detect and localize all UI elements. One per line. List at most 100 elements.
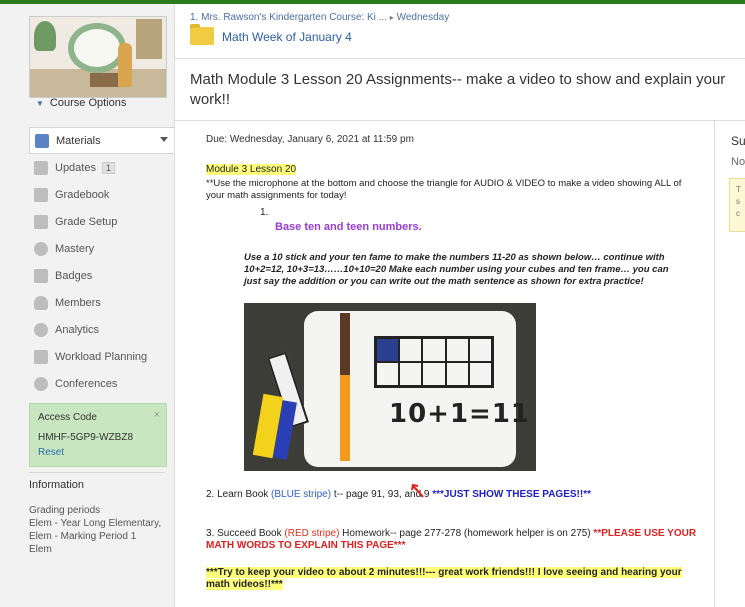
due-date: Due: Wednesday, January 6, 2021 at 11:59… [206,134,414,145]
members-icon [34,295,48,310]
access-code-title: Access Code [38,412,97,423]
page-title: Math Module 3 Lesson 20 Assignments-- ma… [190,71,726,108]
ten-frame-cell [399,362,423,386]
sidebar-item-grade-setup[interactable]: Grade Setup [29,208,174,235]
ten-frame-cell [468,362,492,386]
breadcrumb-folder-link[interactable]: Wednesday [397,12,450,23]
submission-notice: T s c [729,178,745,232]
access-code-value: HMHF-5GP9-WZBZ8 [38,432,133,443]
information-title: Information [29,479,85,491]
video-length-note-text: ***Try to keep your video to about 2 min… [206,567,682,590]
breadcrumb-separator-icon: ▸ [389,13,394,22]
sidebar-item-members[interactable]: Members [29,289,174,316]
grading-period-item: Elem - Marking Period 1 [29,531,137,542]
conferences-icon [34,376,48,391]
module-heading-text: Module 3 Lesson 20 [206,164,297,175]
red-arrow-mark-icon [411,483,424,498]
sidebar-item-mastery[interactable]: Mastery [29,235,174,262]
updates-icon [34,160,48,175]
sidebar-item-label: Mastery [55,242,95,255]
sidebar-item-conferences[interactable]: Conferences [29,370,174,397]
chevron-down-icon[interactable] [160,137,168,142]
list-number: 1. [260,207,269,218]
grading-periods: Grading periods Elem - Year Long Element… [29,504,165,556]
analytics-icon [34,322,48,337]
picture-bitmoji [118,43,132,87]
notice-line: s [736,197,740,206]
learn-book-stripe: (BLUE stripe) [271,489,332,500]
sidebar-item-label: Grade Setup [55,215,118,228]
breadcrumb-course-link[interactable]: 1. Mrs. Rawson's Kindergarten Course: Ki… [190,12,387,23]
caret-down-icon: ▼ [36,99,44,108]
ten-frame-cell [399,338,423,362]
succeed-book-prefix: 3. Succeed Book [206,528,285,539]
folder-icon [190,24,214,45]
learn-book-show-note: ***JUST SHOW THESE PAGES!!** [432,489,591,500]
learn-book-line: 2. Learn Book (BLUE stripe) t-- page 91,… [206,489,591,500]
handwritten-equation: 10+1=11 [389,399,531,429]
module-heading: Module 3 Lesson 20 [206,164,297,175]
ten-frame-cell [468,338,492,362]
sidebar-item-label: Conferences [55,377,118,390]
course-options-toggle[interactable]: ▼ Course Options [36,97,126,109]
video-length-note: ***Try to keep your video to about 2 min… [206,567,706,591]
ten-frame-cell [376,362,400,386]
sidebar-item-updates[interactable]: Updates 1 [29,154,174,181]
instructions-text: **Use the microphone at the bottom and c… [206,178,682,201]
course-options-label: Course Options [49,97,127,109]
succeed-book-stripe: (RED stripe) [284,528,340,539]
base-ten-heading: Base ten and teen numbers. [275,221,422,233]
notice-line: c [736,209,740,218]
mastery-icon [34,241,48,256]
reset-access-code-link[interactable]: Reset [38,447,64,458]
content-divider [174,120,745,121]
sidebar-item-workload-planning[interactable]: Workload Planning [29,343,174,370]
grade-setup-icon [34,214,48,229]
information-panel: Information Grading periods Elem - Year … [29,472,165,556]
workload-icon [34,349,48,364]
sidebar-item-label: Badges [55,269,93,282]
learn-book-pages: t-- page 91, 93, and [331,489,424,500]
learn-book-prefix: 2. Learn Book [206,489,272,500]
header-divider [174,58,745,59]
grading-period-item: Elem [29,544,52,555]
sidebar-item-label: Updates [55,161,96,174]
ten-frame-cell [376,338,400,362]
breadcrumb: 1. Mrs. Rawson's Kindergarten Course: Ki… [190,12,449,23]
picture-shelf [136,19,162,59]
materials-icon [35,133,49,148]
sidebar-item-gradebook[interactable]: Gradebook [29,181,174,208]
whiteboard [304,311,516,467]
grading-periods-label: Grading periods [29,505,101,516]
ten-frame-cell [445,362,469,386]
ten-frame-cell [422,362,446,386]
ten-frame-grid [374,336,494,388]
ten-frame-instructions: Use a 10 stick and your ten fame to make… [244,252,669,287]
ten-frame-cell [422,338,446,362]
access-code-panel: Access Code × HMHF-5GP9-WZBZ8 Reset [29,403,167,467]
sidebar-item-label: Members [55,296,101,309]
close-icon[interactable]: × [154,409,160,421]
succeed-book-pages: Homework-- page 277-278 (homework helper… [339,528,594,539]
succeed-book-line: 3. Succeed Book (RED stripe) Homework-- … [206,528,706,552]
sidebar-item-label: Materials [56,134,101,147]
ten-frame-cell [445,338,469,362]
sidebar-item-badges[interactable]: Badges [29,262,174,289]
sidebar-nav: Materials Updates 1 Gradebook Grade Setu… [29,127,174,397]
grading-period-item: Elem - Year Long Elementary, [29,518,162,529]
course-profile-picture[interactable] [29,16,167,98]
sidebar-item-analytics[interactable]: Analytics [29,316,174,343]
badge-icon [34,268,48,283]
notice-line: T [736,185,741,194]
submissions-status: No [731,156,745,168]
sidebar-item-materials[interactable]: Materials [29,127,174,154]
sidebar-item-label: Gradebook [55,188,110,201]
submissions-title: Sub [731,134,745,148]
sidebar-item-label: Analytics [55,323,100,336]
gradebook-icon [34,187,48,202]
ten-frame-photo: 10+1=11 [244,303,536,471]
submissions-column: Sub No T s c [714,121,745,607]
updates-count-badge: 1 [101,161,115,174]
picture-plant [34,21,56,51]
folder-title-link[interactable]: Math Week of January 4 [222,30,352,44]
